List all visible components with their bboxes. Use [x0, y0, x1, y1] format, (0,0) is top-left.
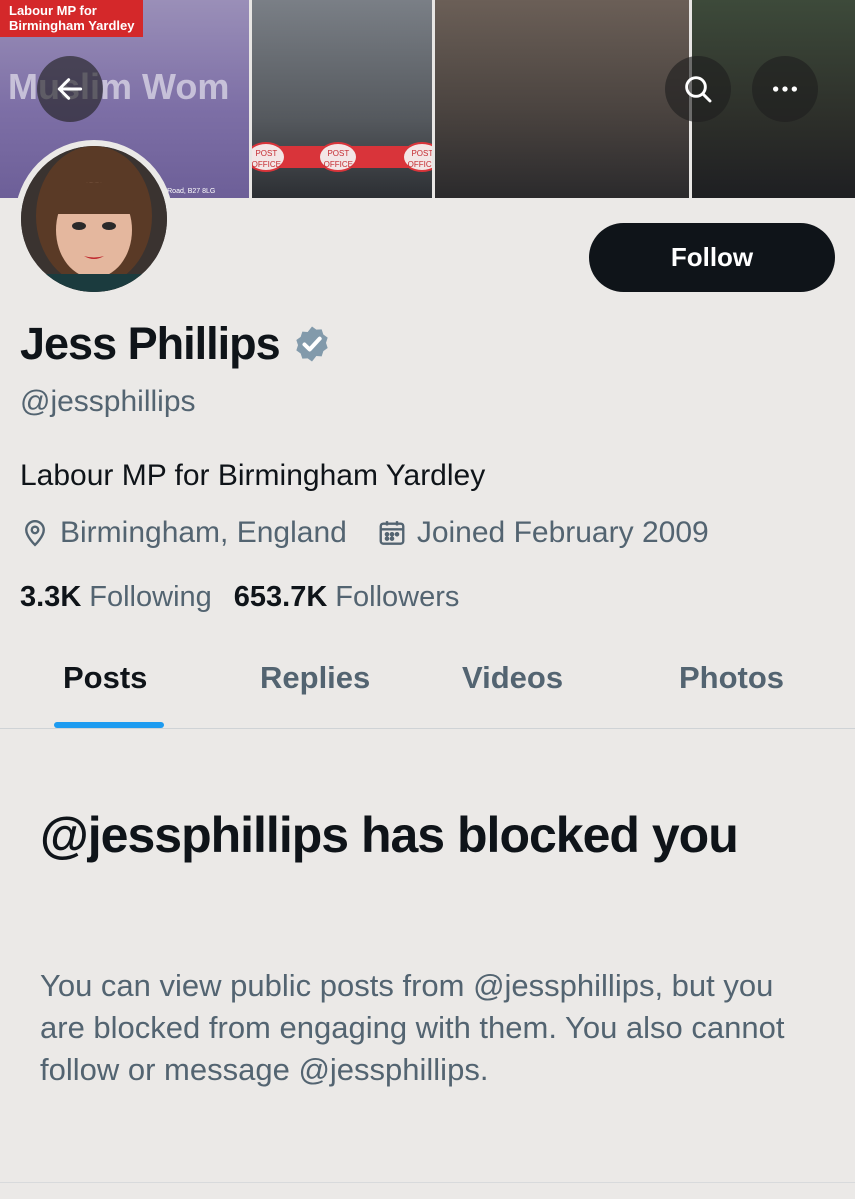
tabs-divider	[0, 728, 855, 729]
more-horizontal-icon	[773, 86, 797, 92]
banner-caption: Labour MP for Birmingham Yardley	[0, 0, 144, 37]
joined-text: Joined February 2009	[416, 516, 709, 549]
followers-link[interactable]: 653.7K Followers	[234, 581, 460, 614]
tab-videos[interactable]: Videos	[462, 660, 563, 696]
follow-button[interactable]: Follow	[589, 223, 835, 292]
tab-photos[interactable]: Photos	[679, 660, 784, 696]
more-options-button[interactable]	[752, 56, 818, 122]
profile-handle: @jessphillips	[20, 385, 196, 418]
blocked-title: @jessphillips has blocked you	[40, 807, 739, 863]
post-office-badge: POST OFFICE	[318, 142, 359, 172]
avatar-image	[21, 146, 167, 292]
banner-photo-ribbon-cutting: POST OFFICE POST OFFICE POST OFFICE	[252, 0, 433, 198]
calendar-icon	[379, 521, 405, 545]
profile-name: Jess Phillips	[20, 318, 281, 369]
joined-item: Joined February 2009	[377, 516, 709, 550]
arrow-left-icon	[57, 78, 83, 100]
profile-stats: 3.3K Following 653.7K Followers	[20, 581, 459, 614]
post-office-badge: POST OFFICE	[402, 142, 433, 172]
following-label: Following	[89, 581, 212, 613]
tab-posts[interactable]: Posts	[63, 660, 147, 696]
blocked-description: You can view public posts from @jessphil…	[40, 968, 785, 1087]
profile-meta: Birmingham, England Joined February 2009	[20, 516, 709, 550]
verified-badge-icon[interactable]	[292, 324, 332, 364]
profile-bio: Labour MP for Birmingham Yardley	[20, 459, 486, 492]
banner-photo-clipboard	[435, 0, 689, 198]
followers-count: 653.7K	[233, 581, 328, 613]
following-count: 3.3K	[20, 581, 82, 613]
following-link[interactable]: 3.3K Following	[20, 581, 212, 614]
location-pin-icon	[25, 519, 45, 547]
bottom-divider	[0, 1182, 855, 1183]
location-item: Birmingham, England	[20, 516, 347, 550]
search-button[interactable]	[665, 56, 731, 122]
banner-caption-line2: Birmingham Yardley	[9, 18, 135, 33]
back-button[interactable]	[37, 56, 103, 122]
followers-label: Followers	[335, 581, 460, 613]
location-text: Birmingham, England	[60, 516, 347, 549]
tab-replies[interactable]: Replies	[260, 660, 370, 696]
banner-caption-line1: Labour MP for	[9, 3, 97, 18]
profile-avatar[interactable]	[15, 140, 173, 298]
search-icon	[685, 76, 712, 103]
profile-name-row: Jess Phillips	[20, 318, 332, 370]
profile-tabs: Posts Replies Videos Photos	[0, 640, 855, 728]
